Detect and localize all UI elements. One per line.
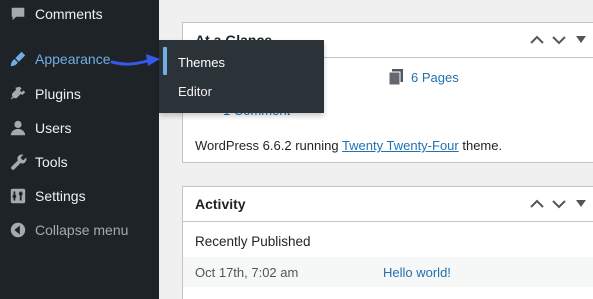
sidebar-item-label: Appearance <box>35 51 111 67</box>
widget-header: Activity <box>183 187 593 222</box>
list-item: Oct 17th, 7:02 am Hello world! <box>183 257 593 287</box>
post-link[interactable]: Hello world! <box>383 265 451 280</box>
sidebar-item-label: Plugins <box>35 86 81 102</box>
plugin-icon <box>0 85 35 103</box>
wordpress-version-text: WordPress 6.6.2 running Twenty Twenty-Fo… <box>195 138 502 153</box>
annotation-arrow-icon <box>110 54 160 66</box>
sidebar-item-users[interactable]: Users <box>0 111 159 145</box>
sidebar-item-settings[interactable]: Settings <box>0 179 159 213</box>
theme-link[interactable]: Twenty Twenty-Four <box>342 138 459 153</box>
sidebar-item-label: Collapse menu <box>35 222 129 238</box>
sidebar-item-label: Comments <box>35 6 103 22</box>
sidebar-item-label: Settings <box>35 188 86 204</box>
sidebar-item-label: Tools <box>35 154 68 170</box>
chevron-up-icon[interactable] <box>527 193 547 215</box>
comment-icon <box>0 5 35 23</box>
sidebar-item-plugins[interactable]: Plugins <box>0 77 159 111</box>
post-date: Oct 17th, 7:02 am <box>195 265 299 280</box>
appearance-submenu: Themes Editor <box>159 40 324 113</box>
pages-link-label: 6 Pages <box>411 69 459 85</box>
sidebar-item-tools[interactable]: Tools <box>0 145 159 179</box>
version-suffix: theme. <box>458 138 503 153</box>
version-prefix: WordPress 6.6.2 running <box>195 138 342 153</box>
activity-widget: Activity Recently Published Oct 17th, 7:… <box>182 186 593 299</box>
admin-sidebar: Comments Appearance Plugins Users Tools … <box>0 0 159 299</box>
wrench-icon <box>0 153 35 171</box>
submenu-item-editor[interactable]: Editor <box>159 77 324 105</box>
pages-icon <box>389 69 403 85</box>
chevron-down-icon[interactable] <box>549 29 569 51</box>
recently-published-heading: Recently Published <box>195 234 311 249</box>
toggle-panel-icon[interactable] <box>571 193 591 215</box>
collapse-icon <box>0 221 35 239</box>
collapse-menu-button[interactable]: Collapse menu <box>0 213 159 247</box>
widget-title: Activity <box>195 196 246 212</box>
paintbrush-icon <box>0 50 35 68</box>
pages-count-link[interactable]: 6 Pages <box>389 69 459 85</box>
toggle-panel-icon[interactable] <box>571 29 591 51</box>
sidebar-item-label: Users <box>35 120 72 136</box>
chevron-up-icon[interactable] <box>527 29 547 51</box>
user-icon <box>0 119 35 137</box>
sidebar-item-comments[interactable]: Comments <box>0 0 159 31</box>
submenu-item-themes[interactable]: Themes <box>159 48 324 76</box>
chevron-down-icon[interactable] <box>549 193 569 215</box>
settings-icon <box>0 187 35 205</box>
